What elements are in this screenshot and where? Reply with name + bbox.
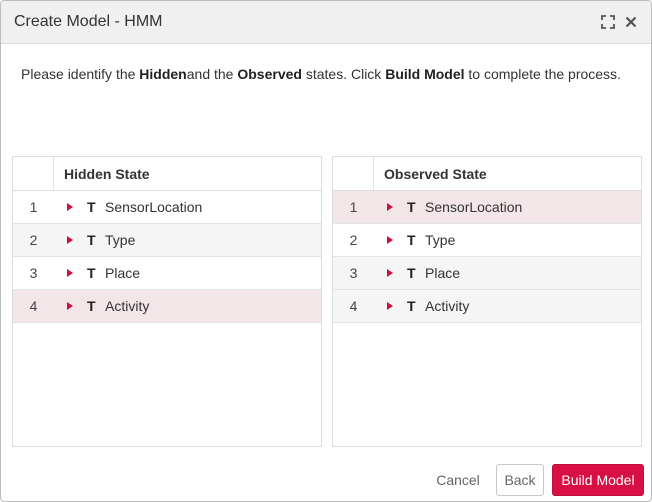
- expand-caret-icon[interactable]: [387, 236, 393, 244]
- instruction-observed-bold: Observed: [237, 66, 302, 82]
- row-number: 3: [29, 265, 38, 281]
- instruction-build-bold: Build Model: [385, 66, 465, 82]
- text-type-icon: T: [87, 199, 96, 215]
- expand-caret-icon[interactable]: [67, 203, 73, 211]
- field-label: SensorLocation: [425, 199, 523, 215]
- text-type-icon: T: [407, 199, 416, 215]
- field-label: Activity: [425, 298, 470, 314]
- observed-state-row-type[interactable]: 2 T Type: [333, 224, 641, 257]
- hidden-state-row-place[interactable]: 3 T Place: [13, 257, 321, 290]
- hidden-state-row-activity[interactable]: 4 T Activity: [13, 290, 321, 323]
- dialog-titlebar: Create Model - HMM: [1, 1, 651, 44]
- expand-caret-icon[interactable]: [67, 236, 73, 244]
- expand-caret-icon[interactable]: [387, 302, 393, 310]
- row-number: 2: [349, 232, 358, 248]
- expand-caret-icon[interactable]: [387, 269, 393, 277]
- instruction-part: and the: [186, 66, 238, 82]
- field-label: Type: [425, 232, 456, 248]
- row-number: 4: [29, 298, 38, 314]
- maximize-icon[interactable]: [599, 13, 617, 31]
- instruction-part: states. Click: [301, 66, 386, 82]
- expand-caret-icon[interactable]: [387, 203, 393, 211]
- field-label: Type: [105, 232, 136, 248]
- build-model-button[interactable]: Build Model: [552, 464, 644, 496]
- create-model-dialog: Create Model - HMM Please identify the H…: [0, 0, 652, 502]
- text-type-icon: T: [407, 265, 416, 281]
- instruction-part: Please identify the: [21, 66, 140, 82]
- row-number: 3: [349, 265, 358, 281]
- text-type-icon: T: [407, 232, 416, 248]
- observed-state-row-place[interactable]: 3 T Place: [333, 257, 641, 290]
- field-label: Activity: [105, 298, 150, 314]
- row-number: 4: [349, 298, 358, 314]
- row-number: 1: [349, 199, 358, 215]
- text-type-icon: T: [87, 265, 96, 281]
- cancel-button[interactable]: Cancel: [429, 464, 487, 496]
- observed-state-panel: Observed State 1 T SensorLocation 2 T Ty…: [332, 156, 642, 447]
- back-button[interactable]: Back: [496, 464, 544, 496]
- row-number: 1: [29, 199, 38, 215]
- observed-state-title: Observed State: [384, 166, 487, 182]
- instruction-part: to complete the process.: [464, 66, 621, 82]
- hidden-state-header: Hidden State: [13, 157, 321, 191]
- expand-caret-icon[interactable]: [67, 302, 73, 310]
- hidden-state-panel: Hidden State 1 T SensorLocation 2 T Type…: [12, 156, 322, 447]
- close-icon[interactable]: [622, 13, 640, 31]
- field-label: Place: [425, 265, 461, 281]
- expand-caret-icon[interactable]: [67, 269, 73, 277]
- observed-state-row-sensorlocation[interactable]: 1 T SensorLocation: [333, 191, 641, 224]
- hidden-state-row-sensorlocation[interactable]: 1 T SensorLocation: [13, 191, 321, 224]
- dialog-title: Create Model - HMM: [14, 13, 163, 30]
- observed-state-header: Observed State: [333, 157, 641, 191]
- text-type-icon: T: [407, 298, 416, 314]
- field-label: SensorLocation: [105, 199, 203, 215]
- observed-state-row-activity[interactable]: 4 T Activity: [333, 290, 641, 323]
- row-number: 2: [29, 232, 38, 248]
- hidden-state-row-type[interactable]: 2 T Type: [13, 224, 321, 257]
- instruction-hidden-bold: Hidden: [139, 66, 187, 82]
- row-number-column-header: [13, 157, 54, 190]
- instruction-text: Please identify the Hiddenand the Observ…: [21, 66, 621, 82]
- text-type-icon: T: [87, 232, 96, 248]
- text-type-icon: T: [87, 298, 96, 314]
- hidden-state-title: Hidden State: [64, 166, 150, 182]
- field-label: Place: [105, 265, 141, 281]
- row-number-column-header: [333, 157, 374, 190]
